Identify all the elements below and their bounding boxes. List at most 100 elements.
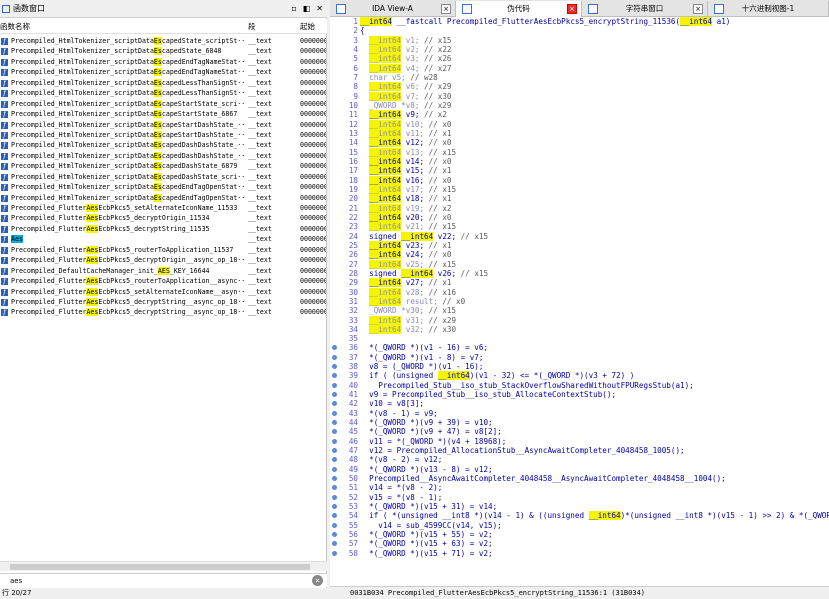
function-row[interactable]: f Precompiled_HtmlTokenizer_scriptDataEsc…	[0, 120, 327, 130]
code-line[interactable]: 4 __int64 v2; // x22	[330, 44, 829, 54]
code-line[interactable]: 58 *(_QWORD *)(v15 + 71) = v2;	[330, 549, 829, 558]
code-line[interactable]: 6 __int64 v4; // x27	[330, 63, 829, 73]
close-tab-icon[interactable]: ×	[567, 4, 577, 14]
code-line[interactable]: 51 v14 = *(v8 - 2);	[330, 483, 829, 492]
horizontal-scrollbar[interactable]	[0, 561, 327, 571]
function-row[interactable]: f Precompiled_HtmlTokenizer_scriptDataEsc…	[0, 172, 327, 182]
code-line[interactable]: 10 _QWORD *v8; // x29	[330, 101, 829, 110]
code-line[interactable]: 16 __int64 v14; // x0	[330, 156, 829, 166]
function-row[interactable]: f Precompiled_HtmlTokenizer_scriptDataEsc…	[0, 182, 327, 192]
function-row[interactable]: f Precompiled_HtmlTokenizer_scriptDataEsc…	[0, 99, 327, 109]
code-line[interactable]: 7 char v5; // w28	[330, 73, 829, 82]
close-tab-icon[interactable]: ×	[441, 4, 451, 14]
code-line[interactable]: 15 __int64 v13; // x15	[330, 147, 829, 157]
code-line[interactable]: 41 v9 = Precompiled_Stub__iso_stub_Alloc…	[330, 390, 829, 399]
function-row[interactable]: f Precompiled_HtmlTokenizer_scriptDataEsc…	[0, 36, 327, 46]
code-line[interactable]: 42 v10 = v8[3];	[330, 399, 829, 408]
function-row[interactable]: f Precompiled_HtmlTokenizer_scriptDataEsc…	[0, 151, 327, 161]
code-line[interactable]: 40 Precompiled_Stub__iso_stub_StackOverf…	[330, 381, 829, 390]
column-header-name[interactable]: 函数名称	[0, 19, 30, 34]
code-line[interactable]: 30 __int64 v28; // x16	[330, 287, 829, 297]
function-row[interactable]: f Precompiled_DefaultCacheManager_init_AE…	[0, 266, 327, 276]
code-line[interactable]: 3 __int64 v1; // x15	[330, 35, 829, 45]
code-line[interactable]: 45 *(_QWORD *)(v9 + 47) = v8[2];	[330, 427, 829, 436]
function-row[interactable]: f Precompiled_HtmlTokenizer_scriptDataEsc…	[0, 46, 327, 56]
function-row[interactable]: f Precompiled_HtmlTokenizer_scriptDataEsc…	[0, 193, 327, 203]
code-line[interactable]: 22 __int64 v20; // x0	[330, 212, 829, 222]
code-line[interactable]: 44 *(_QWORD *)(v9 + 39) = v10;	[330, 418, 829, 427]
function-row[interactable]: f Precompiled_FlutterAesEcbPkcs5_decryptO…	[0, 255, 327, 265]
code-line[interactable]: 46 v11 = *(_QWORD *)(v4 + 18968);	[330, 437, 829, 446]
code-line[interactable]: 57 *(_QWORD *)(v15 + 63) = v2;	[330, 539, 829, 548]
function-row[interactable]: f Precompiled_HtmlTokenizer_scriptDataEsc…	[0, 78, 327, 88]
code-line[interactable]: 36 *(_QWORD *)(v1 - 16) = v6;	[330, 343, 829, 352]
code-line[interactable]: 2{	[330, 26, 829, 35]
code-line[interactable]: 20 __int64 v18; // x1	[330, 194, 829, 204]
code-line[interactable]: 38 v8 = (_QWORD *)(v1 - 16);	[330, 362, 829, 371]
close-icon[interactable]: ✕	[316, 0, 323, 18]
function-row[interactable]: f Precompiled_HtmlTokenizer_scriptDataEsc…	[0, 57, 327, 67]
code-line[interactable]: 14 __int64 v12; // x0	[330, 138, 829, 148]
scrollbar-thumb[interactable]	[10, 564, 310, 570]
code-line[interactable]: 21 __int64 v19; // x2	[330, 203, 829, 213]
code-line[interactable]: 43 *(v8 - 1) = v9;	[330, 409, 829, 418]
code-line[interactable]: 32 _QWORD *v30; // x15	[330, 306, 829, 315]
function-row[interactable]: f Precompiled_FlutterAesEcbPkcs5_setAlter…	[0, 203, 327, 213]
code-line[interactable]: 12 __int64 v10; // x0	[330, 119, 829, 129]
code-line[interactable]: 23 __int64 v21; // x15	[330, 222, 829, 232]
code-line[interactable]: 50 Precompiled__AsyncAwaitCompleter_4048…	[330, 474, 829, 483]
function-row[interactable]: f Precompiled_HtmlTokenizer_scriptDataEsc…	[0, 88, 327, 98]
code-line[interactable]: 37 *(_QWORD *)(v1 - 8) = v7;	[330, 353, 829, 362]
tab-hex-view[interactable]: 十六进制视图-1	[708, 1, 829, 17]
tab-ida-view-a[interactable]: IDA View-A ×	[330, 1, 456, 17]
code-line[interactable]: 11 __int64 v9; // x2	[330, 110, 829, 120]
search-input[interactable]	[10, 575, 310, 587]
code-line[interactable]: 9 __int64 v7; // x30	[330, 91, 829, 101]
code-line[interactable]: 24 signed __int64 v22; // x15	[330, 231, 829, 241]
code-line[interactable]: 39 if ( (unsigned __int64)(v1 - 32) <= *…	[330, 371, 829, 381]
code-line[interactable]: 28 signed __int64 v26; // x15	[330, 268, 829, 278]
code-line[interactable]: 47 v12 = Precompiled_AllocationStub__Asy…	[330, 446, 829, 455]
function-row[interactable]: f Aes __text 0000000	[0, 234, 327, 244]
function-row[interactable]: f Precompiled_FlutterAesEcbPkcs5_decryptO…	[0, 213, 327, 223]
clear-search-icon[interactable]: ×	[312, 575, 323, 586]
code-line[interactable]: 35	[330, 334, 829, 343]
column-header-segment[interactable]: 段	[248, 19, 256, 34]
code-line[interactable]: 31 __int64 result; // x0	[330, 296, 829, 306]
code-line[interactable]: 34 __int64 v32; // x30	[330, 324, 829, 334]
code-line[interactable]: 1 __int64 __fastcall Precompiled_FlutterA…	[330, 17, 829, 26]
code-line[interactable]: 26 __int64 v24; // x0	[330, 250, 829, 260]
column-header-start[interactable]: 起始	[300, 19, 315, 34]
tab-pseudocode[interactable]: 伪代码 ×	[456, 1, 582, 17]
function-row[interactable]: f Precompiled_FlutterAesEcbPkcs5_routerTo…	[0, 245, 327, 255]
code-line[interactable]: 27 __int64 v25; // x15	[330, 259, 829, 269]
code-line[interactable]: 53 *(_QWORD *)(v15 + 31) = v14;	[330, 502, 829, 511]
code-line[interactable]: 54 if ( *(unsigned __int8 *)(v14 - 1) & …	[330, 511, 829, 521]
code-line[interactable]: 8 __int64 v6; // x29	[330, 82, 829, 92]
function-row[interactable]: f Precompiled_FlutterAesEcbPkcs5_routerTo…	[0, 276, 327, 286]
code-line[interactable]: 55 v14 = sub_4599CC(v14, v15);	[330, 521, 829, 530]
code-line[interactable]: 33 __int64 v31; // x29	[330, 315, 829, 325]
code-line[interactable]: 19 __int64 v17; // x15	[330, 184, 829, 194]
code-line[interactable]: 13 __int64 v11; // x1	[330, 128, 829, 138]
function-row[interactable]: f Precompiled_HtmlTokenizer_scriptDataEsc…	[0, 161, 327, 171]
function-row[interactable]: f Precompiled_HtmlTokenizer_scriptDataEsc…	[0, 130, 327, 140]
code-line[interactable]: 25 __int64 v23; // x1	[330, 240, 829, 250]
function-row[interactable]: f Precompiled_FlutterAesEcbPkcs5_decryptS…	[0, 297, 327, 307]
tab-strings[interactable]: 字符串窗口 ×	[582, 1, 708, 17]
float-icon[interactable]: ◧	[303, 0, 311, 18]
code-line[interactable]: 5 __int64 v3; // x26	[330, 54, 829, 64]
code-line[interactable]: 29 __int64 v27; // x1	[330, 278, 829, 288]
code-line[interactable]: 17 __int64 v15; // x1	[330, 166, 829, 176]
function-row[interactable]: f Precompiled_FlutterAesEcbPkcs5_decryptS…	[0, 307, 327, 317]
code-line[interactable]: 52 v15 = *(v8 - 1);	[330, 493, 829, 502]
code-line[interactable]: 56 *(_QWORD *)(v15 + 55) = v2;	[330, 530, 829, 539]
function-row[interactable]: f Precompiled_FlutterAesEcbPkcs5_setAlter…	[0, 287, 327, 297]
code-line[interactable]: 48 *(v8 - 2) = v12;	[330, 455, 829, 464]
restore-icon[interactable]: ▫	[291, 0, 296, 18]
function-row[interactable]: f Precompiled_HtmlTokenizer_scriptDataEsc…	[0, 140, 327, 150]
code-line[interactable]: 18 __int64 v16; // x0	[330, 175, 829, 185]
code-line[interactable]: 49 *(_QWORD *)(v13 - 8) = v12;	[330, 465, 829, 474]
close-tab-icon[interactable]: ×	[693, 4, 703, 14]
function-row[interactable]: f Precompiled_FlutterAesEcbPkcs5_decryptS…	[0, 224, 327, 234]
